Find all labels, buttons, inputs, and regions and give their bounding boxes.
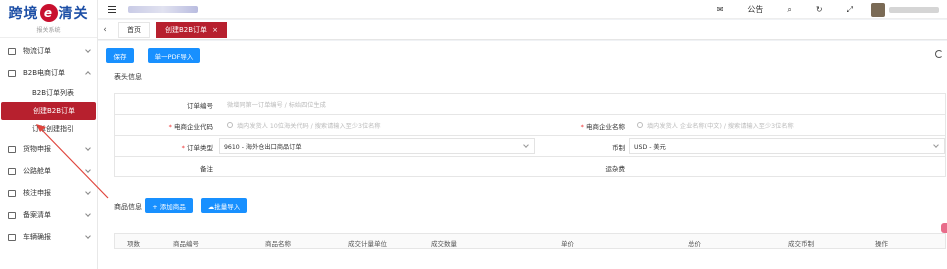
remark-input[interactable] [219, 159, 535, 175]
mail-icon[interactable]: ✉ [717, 5, 724, 14]
chevron-down-icon [85, 167, 91, 173]
redacted-title [128, 5, 198, 13]
currency-select[interactable]: USD - 美元 [629, 138, 945, 154]
folder-icon [8, 69, 16, 77]
app-logo: 跨境 e 清关 报关系统 [0, 0, 97, 38]
menu-toggle-icon[interactable] [108, 4, 116, 15]
column-header: 商品名称 [265, 240, 291, 248]
chevron-down-icon [523, 142, 529, 148]
folder-icon [8, 189, 16, 197]
column-header: 单价 [561, 240, 574, 248]
order-type-select[interactable]: 9610 - 海外仓出口商品订单 [219, 138, 535, 154]
ec-code-input[interactable]: 填内发货人 10位海关代码 / 搜索请输入至少3位名称 [223, 117, 523, 133]
reload-icon[interactable] [935, 50, 943, 58]
close-icon[interactable]: × [212, 26, 218, 34]
chevron-up-icon [85, 71, 91, 77]
sidebar-item-logistics-orders[interactable]: 物流订单 [0, 40, 97, 62]
sidebar-item-order-guide[interactable]: 订单创建指引 [0, 120, 97, 138]
freight-input[interactable] [629, 159, 945, 175]
folder-icon [8, 145, 16, 153]
logo-text-left: 跨境 [8, 6, 39, 22]
remark-label: 备注 [200, 165, 213, 173]
logo-subtitle: 报关系统 [36, 27, 61, 34]
currency-label: 币制 [612, 144, 625, 152]
batch-import-button[interactable]: ☁批量导入 [201, 198, 247, 213]
redacted-username[interactable] [889, 6, 939, 13]
sidebar-item-record-list[interactable]: 备案清单 [0, 204, 97, 226]
chevron-down-icon [85, 211, 91, 217]
tab-home[interactable]: 首页 [118, 21, 150, 38]
radio-icon [227, 122, 233, 128]
tab-bar: ‹ 首页 创建B2B订单 × [98, 20, 947, 40]
notice-button[interactable]: 公告 [747, 4, 763, 15]
chevron-down-icon [85, 145, 91, 151]
ec-code-label: * 电商企业代码 [168, 123, 213, 131]
sidebar-item-b2b-orders[interactable]: B2B电商订单 [0, 62, 97, 84]
refresh-icon[interactable]: ↻ [816, 5, 823, 14]
ec-name-input[interactable]: 填内发货人 企业名称(中文) / 搜索请输入至少3位名称 [633, 117, 933, 133]
column-header: 商品编号 [173, 240, 199, 248]
chevron-down-icon [933, 142, 939, 148]
top-bar: ✉ 公告 ⌕ ↻ ⤢ [98, 0, 947, 19]
ec-name-label: * 电商企业名称 [580, 123, 625, 131]
chevron-down-icon [85, 189, 91, 195]
main-content: 保存 单一PDF导入 表头信息 订单编号 微增同第一订单编号 / 标始四位生成 … [98, 41, 947, 269]
header-section-title: 表头信息 [114, 73, 142, 81]
sidebar-item-create-b2b-order[interactable]: 创建B2B订单 [1, 102, 96, 120]
tab-back-icon[interactable]: ‹ [98, 25, 112, 35]
logo-e-icon: e [39, 4, 58, 22]
column-header: 成交币制 [788, 240, 814, 248]
goods-section-title: 商品信息 [114, 203, 142, 211]
column-header: 总价 [688, 240, 701, 248]
search-icon[interactable]: ⌕ [787, 5, 791, 15]
radio-icon [637, 122, 643, 128]
order-type-label: * 订单类型 [181, 144, 213, 152]
column-header: 项数 [127, 240, 140, 248]
fullscreen-icon[interactable]: ⤢ [847, 5, 853, 15]
folder-icon [8, 47, 16, 55]
sidebar-item-checklist-declaration[interactable]: 核注申报 [0, 182, 97, 204]
order-no-input[interactable]: 微增同第一订单编号 / 标始四位生成 [223, 96, 823, 112]
order-header-form: 订单编号 微增同第一订单编号 / 标始四位生成 * 电商企业代码 填内发货人 1… [114, 93, 946, 177]
scroll-indicator[interactable] [941, 223, 947, 233]
add-goods-button[interactable]: + 添加商品 [145, 198, 193, 213]
tab-create-b2b-order[interactable]: 创建B2B订单 × [156, 21, 227, 38]
column-header: 操作 [875, 240, 888, 248]
sidebar: 跨境 e 清关 报关系统 物流订单 B2B电商订单 B2B订单列表 创建B2B订… [0, 0, 98, 269]
sidebar-item-vehicle-confirm[interactable]: 车辆确报 [0, 226, 97, 248]
sidebar-item-goods-declaration[interactable]: 货物申报 [0, 138, 97, 160]
goods-table-header: 项数 商品编号 商品名称 成交计量单位 成交数量 单价 总价 成交币制 操作 [114, 233, 946, 249]
column-header: 成交计量单位 [348, 240, 387, 248]
save-button[interactable]: 保存 [106, 48, 134, 63]
freight-label: 运杂费 [605, 165, 626, 173]
folder-icon [8, 211, 16, 219]
chevron-down-icon [85, 47, 91, 53]
folder-icon [8, 167, 16, 175]
sidebar-item-b2b-order-list[interactable]: B2B订单列表 [0, 84, 97, 102]
folder-icon [8, 233, 16, 241]
column-header: 成交数量 [431, 240, 457, 248]
order-no-label: 订单编号 [187, 102, 213, 110]
chevron-down-icon [85, 233, 91, 239]
avatar[interactable] [871, 2, 885, 17]
logo-text-right: 清关 [58, 6, 89, 22]
pdf-import-button[interactable]: 单一PDF导入 [148, 48, 200, 63]
sidebar-item-road-manifest[interactable]: 公路舱单 [0, 160, 97, 182]
